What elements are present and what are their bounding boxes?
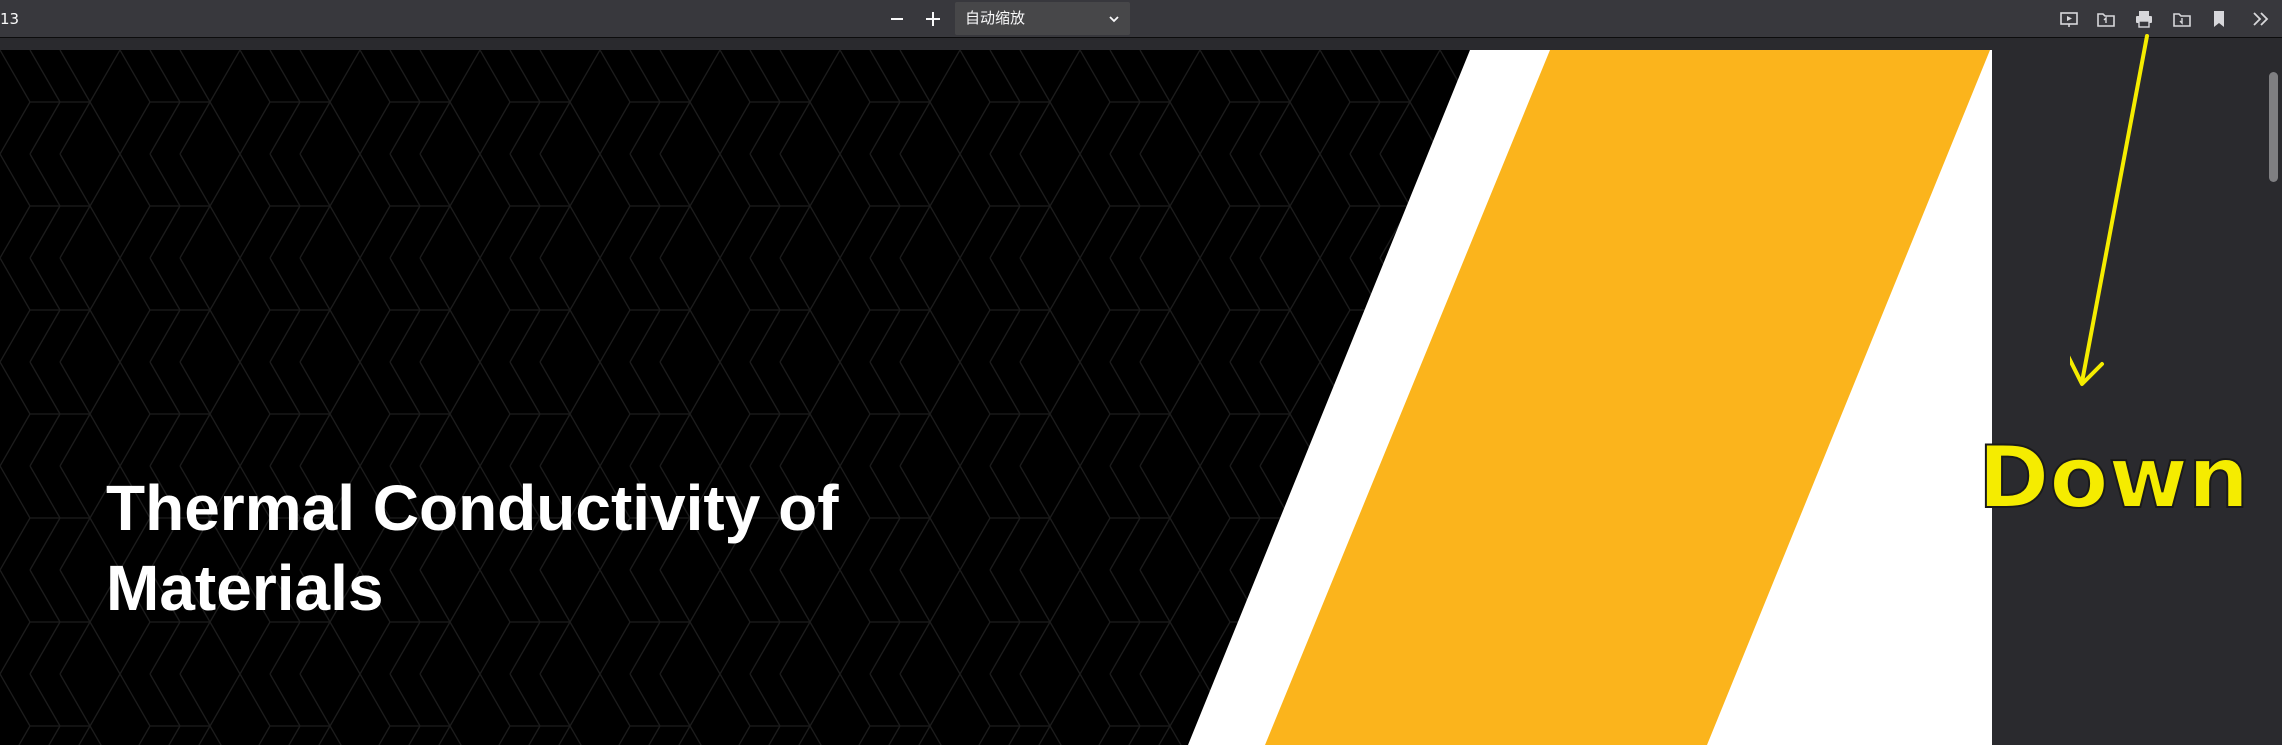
pdf-toolbar: 13 自动缩放 — [0, 0, 2282, 38]
minus-icon — [891, 18, 903, 20]
open-file-button[interactable] — [2093, 6, 2119, 32]
more-tools-button[interactable] — [2248, 6, 2274, 32]
download-icon — [2173, 13, 2191, 27]
slide-title: Thermal Conductivity of Materials — [106, 468, 1006, 628]
annotation-down-label: Down — [1977, 427, 2250, 529]
pdf-page: Thermal Conductivity of Materials — [0, 50, 1992, 745]
zoom-select[interactable]: 自动缩放 — [955, 2, 1130, 35]
vertical-scrollbar[interactable] — [2265, 38, 2282, 745]
zoom-select-value: 自动缩放 — [965, 9, 1026, 27]
presentation-mode-icon — [2060, 12, 2078, 27]
slide-title-line-1: Thermal Conductivity of — [106, 472, 839, 544]
bookmark-button[interactable] — [2206, 6, 2232, 32]
bookmark-icon — [2214, 11, 2224, 27]
arrow-down-icon — [2070, 34, 2149, 386]
presentation-mode-button[interactable] — [2056, 6, 2082, 32]
page-number-display[interactable]: 13 — [0, 0, 19, 38]
slide-background — [0, 50, 1992, 745]
print-button[interactable] — [2131, 6, 2157, 32]
plus-icon — [926, 12, 940, 26]
chevron-down-icon — [1108, 2, 1120, 35]
slide-title-line-2: Materials — [106, 552, 384, 624]
print-icon — [2136, 11, 2152, 28]
download-button[interactable] — [2169, 6, 2195, 32]
zoom-in-button[interactable] — [920, 6, 946, 32]
more-tools-icon — [2253, 12, 2269, 26]
zoom-out-button[interactable] — [884, 6, 910, 32]
document-viewer[interactable]: Thermal Conductivity of Materials — [0, 38, 2265, 745]
scrollbar-thumb[interactable] — [2269, 72, 2278, 182]
open-file-icon — [2097, 13, 2115, 27]
